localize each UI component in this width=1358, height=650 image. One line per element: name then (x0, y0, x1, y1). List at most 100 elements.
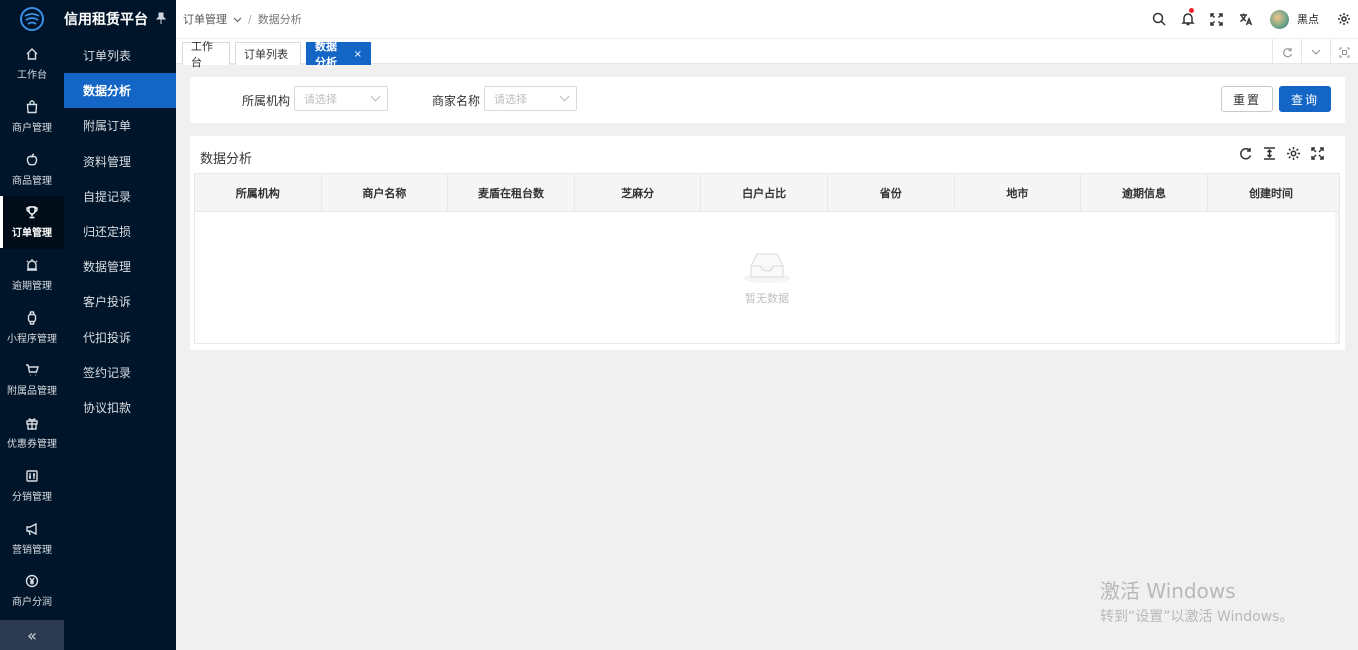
org-select-placeholder: 请选择 (304, 92, 337, 106)
watch-icon (25, 311, 39, 325)
collapse-sidebar-button[interactable]: « (0, 620, 64, 650)
table-header: 所属机构 商户名称 麦盾在租台数 芝麻分 白户占比 省份 地市 逾期信息 创建时间 (195, 174, 1339, 212)
trophy-icon (25, 205, 39, 219)
top-header: 订单管理 / 数据分析 黑点 (176, 0, 1358, 38)
tab-data-analysis[interactable]: 数据分析 × (306, 40, 371, 69)
rail-item-6[interactable]: 附属品管理 (0, 354, 64, 407)
query-button[interactable]: 查询 (1279, 86, 1331, 112)
pin-icon[interactable] (155, 12, 167, 27)
search-button[interactable] (1144, 0, 1173, 38)
refresh-icon (1282, 47, 1292, 57)
rail-item-5[interactable]: 小程序管理 (0, 301, 64, 354)
avatar[interactable] (1270, 9, 1289, 29)
language-button[interactable] (1231, 0, 1260, 38)
org-select[interactable]: 请选择 (294, 86, 388, 111)
submenu-item[interactable]: 数据分析 (64, 73, 176, 109)
rail-item-3[interactable]: 订单管理 (0, 196, 64, 249)
empty-state: 暂无数据 (195, 248, 1339, 306)
submenu-item[interactable]: 数据管理 (64, 249, 176, 284)
watermark-line2: 转到“设置”以激活 Windows。 (1100, 609, 1294, 625)
column-header: 省份 (828, 174, 955, 211)
fullscreen-icon (1210, 12, 1223, 26)
app-title-text: 信用租赁平台 (64, 12, 148, 28)
rail-item-0[interactable]: 工作台 (0, 38, 64, 91)
maximize-content-button[interactable] (1330, 39, 1358, 65)
column-header: 创建时间 (1249, 186, 1294, 200)
empty-text: 暂无数据 (745, 292, 789, 305)
merchant-select[interactable]: 请选择 (484, 86, 577, 111)
table-title: 数据分析 (200, 152, 253, 167)
submenu-item[interactable]: 签约记录 (64, 355, 176, 390)
reset-button[interactable]: 重置 (1221, 86, 1273, 112)
submenu-item[interactable]: 客户投诉 (64, 284, 176, 319)
data-table-card: 数据分析 所属机构 商户名称 麦盾在租台数 芝麻分 白户占比 省份 地市 逾期信息 创建时间 暂… (190, 136, 1345, 350)
tab-label: 工作台 (191, 40, 213, 69)
app-title: 信用租赁平台 (64, 0, 176, 38)
submenu-item[interactable]: 资料管理 (64, 144, 176, 179)
column-header: 麦盾在租台数 (448, 174, 575, 211)
rail-item-label: 附属品管理 (7, 386, 57, 398)
gear-icon (1337, 13, 1350, 25)
tab-order-list[interactable]: 订单列表 (235, 42, 301, 65)
refresh-icon[interactable] (1238, 146, 1253, 161)
merchant-select-placeholder: 请选择 (494, 92, 527, 106)
submenu-item[interactable]: 归还定损 (64, 214, 176, 249)
refresh-tab-button[interactable] (1272, 39, 1301, 65)
rail-item-label: 小程序管理 (7, 333, 57, 345)
breadcrumb-current: 数据分析 (257, 13, 302, 26)
logo-icon (20, 7, 44, 31)
close-tab-icon[interactable]: × (354, 49, 362, 60)
rail-item-label: 工作台 (17, 70, 47, 82)
rail-item-8[interactable]: 分销管理 (0, 460, 64, 513)
gear-icon[interactable] (1286, 146, 1301, 161)
double-chevron-left-icon: « (27, 625, 37, 645)
tab-workbench[interactable]: 工作台 (182, 40, 230, 69)
breadcrumb-parent[interactable]: 订单管理 (183, 11, 227, 27)
submenu-item[interactable]: 自提记录 (64, 179, 176, 214)
tab-menu-button[interactable] (1301, 39, 1330, 65)
data-table: 所属机构 商户名称 麦盾在租台数 芝麻分 白户占比 省份 地市 逾期信息 创建时间 暂无数据 (194, 173, 1340, 344)
rail-item-4[interactable]: 逾期管理 (0, 249, 64, 302)
yen-icon (25, 574, 39, 588)
merchant-label: 商家名称 (432, 94, 481, 108)
settings-button[interactable] (1329, 0, 1358, 38)
rail-item-7[interactable]: 优惠券管理 (0, 407, 64, 460)
column-header: 逾期信息 (1081, 174, 1208, 211)
notification-button[interactable] (1173, 0, 1202, 38)
submenu-item[interactable]: 附属订单 (64, 108, 176, 143)
notification-dot (1189, 8, 1194, 13)
submenu-item[interactable]: 订单列表 (64, 38, 176, 73)
submenu-item[interactable]: 协议扣款 (64, 390, 176, 425)
cart-icon (25, 363, 39, 377)
tab-bar: 工作台 订单列表 数据分析 × (176, 38, 1358, 69)
rail-item-1[interactable]: 商户管理 (0, 91, 64, 144)
rail-item-label: 订单管理 (12, 228, 52, 240)
fullscreen-button[interactable] (1202, 0, 1231, 38)
rail-item-label: 商户分润 (12, 597, 52, 609)
submenu-item[interactable]: 代扣投诉 (64, 320, 176, 355)
rail-item-label: 商户管理 (12, 123, 52, 135)
tab-label: 数据分析 (315, 40, 337, 69)
column-header: 商户名称 (322, 174, 449, 211)
column-height-icon[interactable] (1262, 146, 1277, 161)
rail-item-label: 分销管理 (12, 491, 52, 503)
rail-item-label: 营销管理 (12, 544, 52, 556)
filter-panel: 所属机构 请选择 商家名称 请选择 重置 查询 (190, 77, 1345, 123)
rail-item-label: 优惠券管理 (7, 439, 57, 451)
breadcrumb: 订单管理 / 数据分析 (183, 11, 302, 27)
rail-item-2[interactable]: 商品管理 (0, 143, 64, 196)
watermark-line1: 激活 Windows (1100, 579, 1236, 603)
tab-label: 订单列表 (244, 48, 288, 61)
rail-item-10[interactable]: 商户分润 (0, 565, 64, 618)
app-logo (0, 0, 64, 38)
empty-inbox-icon (743, 253, 791, 283)
fullscreen-icon[interactable] (1310, 146, 1325, 161)
bell-icon (1180, 13, 1195, 26)
column-header: 地市 (955, 174, 1082, 211)
apple-icon (25, 153, 39, 167)
search-icon (1152, 12, 1166, 26)
maximize-icon (1339, 46, 1350, 58)
username[interactable]: 黑点 (1297, 11, 1319, 27)
chevron-down-icon (559, 91, 570, 102)
rail-item-9[interactable]: 营销管理 (0, 512, 64, 565)
